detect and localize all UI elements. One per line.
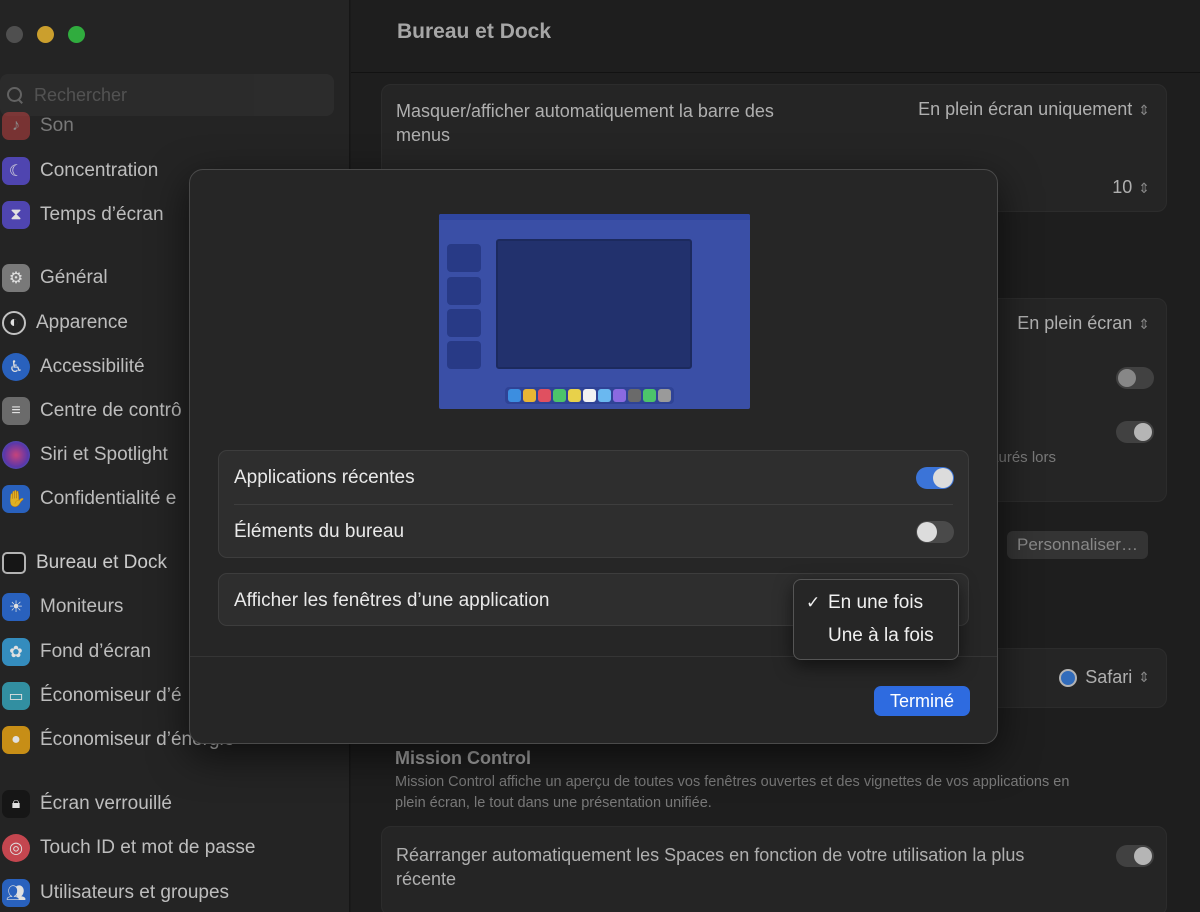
menu-item-label: Une à la fois <box>828 624 934 646</box>
preview-thumbnail <box>447 277 481 305</box>
preview-thumbnail <box>447 309 481 337</box>
menu-item-label: En une fois <box>828 591 924 613</box>
recent-apps-row: Applications récentes <box>219 451 968 504</box>
desktop-items-toggle[interactable] <box>916 521 954 543</box>
recent-apps-toggle[interactable] <box>916 467 954 489</box>
show-windows-label: Afficher les fenêtres d’une application <box>234 589 550 611</box>
desktop-items-label: Éléments du bureau <box>234 520 405 542</box>
done-button[interactable]: Terminé <box>874 686 970 716</box>
checkmark-icon: ✓ <box>806 592 821 612</box>
preview-thumbnail <box>447 244 481 272</box>
preview-thumbnail <box>447 341 481 369</box>
menu-item-all-at-once[interactable]: ✓ En une fois <box>794 586 958 619</box>
desktop-preview-image <box>439 214 750 409</box>
preview-dock <box>505 387 674 404</box>
menu-item-one-at-a-time[interactable]: Une à la fois <box>794 619 958 652</box>
show-windows-dropdown-menu: ✓ En une fois Une à la fois <box>793 579 959 660</box>
desktop-options-group: Applications récentes Éléments du bureau <box>218 450 969 558</box>
recent-apps-label: Applications récentes <box>234 466 415 488</box>
desktop-items-row: Éléments du bureau <box>219 505 968 558</box>
preview-window <box>496 239 692 369</box>
